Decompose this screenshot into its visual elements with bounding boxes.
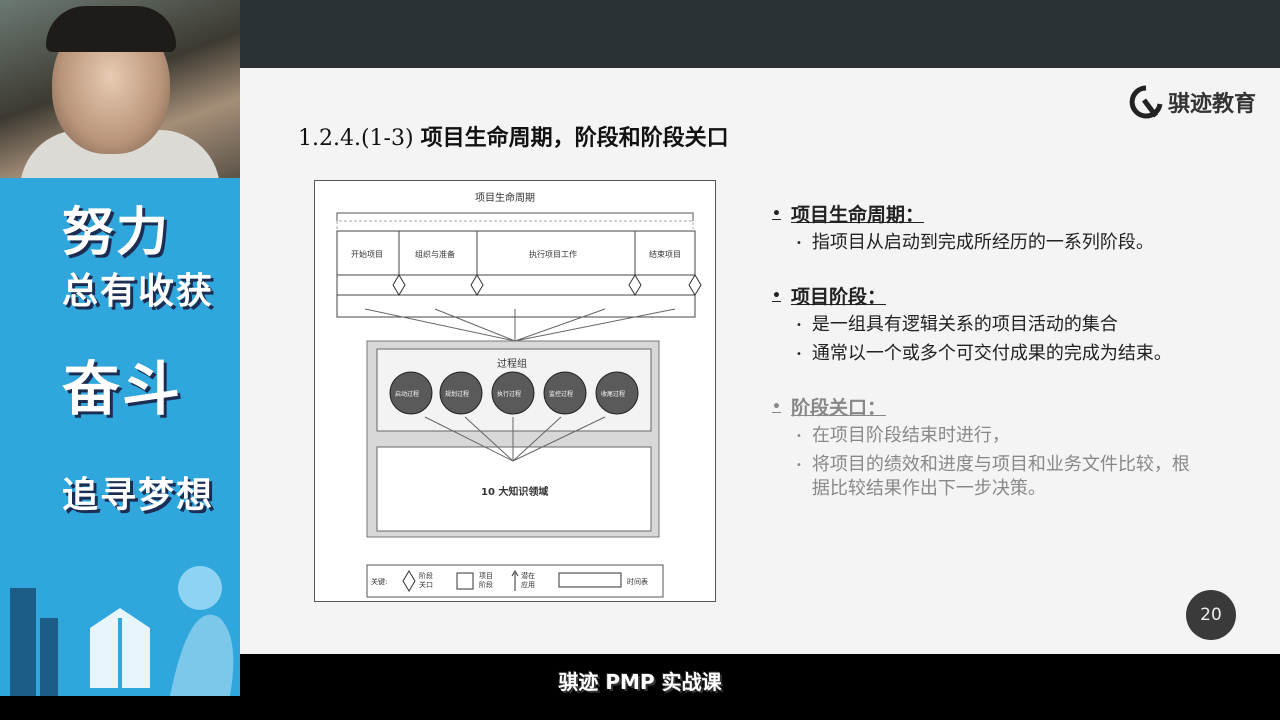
knowledge-areas-label: 10 大知识领域 bbox=[481, 487, 549, 498]
banner-line-2: 总有收获 bbox=[62, 271, 215, 312]
process-group-label: 过程组 bbox=[497, 359, 527, 370]
sub-bullet-icon: • bbox=[796, 460, 802, 471]
page-number-badge: 20 bbox=[1186, 590, 1236, 640]
slide-title-text: 项目生命周期，阶段和阶段关口 bbox=[420, 126, 729, 151]
sub-bullet-icon: • bbox=[796, 431, 802, 442]
bullet-item: 指项目从启动到完成所经历的一系列阶段。 bbox=[811, 232, 1154, 253]
process-5: 收尾过程 bbox=[601, 391, 626, 398]
slide-title: 1.2.4.(1-3) 项目生命周期，阶段和阶段关口 bbox=[298, 120, 729, 152]
phase-label-3: 执行项目工作 bbox=[529, 250, 577, 259]
process-1: 启动过程 bbox=[395, 391, 420, 398]
promo-banner: 努力 总有收获 奋斗 追寻梦想 bbox=[0, 178, 240, 696]
banner-line-1: 努力 bbox=[62, 203, 171, 263]
slide: 1.2.4.(1-3) 项目生命周期，阶段和阶段关口 骐迹教育 项目生命周期 开… bbox=[240, 68, 1280, 654]
sub-bullet-icon: • bbox=[796, 349, 802, 360]
legend-phase: 项目阶段 bbox=[479, 572, 493, 589]
bullet-item: 在项目阶段结束时进行， bbox=[811, 425, 1010, 446]
legend-gate: 阶段关口 bbox=[419, 572, 433, 589]
process-2: 规划过程 bbox=[445, 391, 470, 398]
legend-timeline: 时间表 bbox=[627, 578, 648, 586]
section-heading: 项目阶段： bbox=[790, 286, 886, 308]
sub-bullet-icon: • bbox=[796, 320, 802, 331]
video-caption: 骐迹 PMP 实战课 bbox=[558, 670, 722, 694]
bullet-item: 将项目的绩效和进度与项目和业务文件比较，根据比较结果作出下一步决策。 bbox=[811, 454, 1190, 499]
bullet-dot-icon: • bbox=[772, 205, 781, 222]
legend-key: 关键: bbox=[371, 578, 388, 586]
bullet-section-gate: • 阶段关口： • 在项目阶段结束时进行， • 将项目的绩效和进度与项目和业务文件比较… bbox=[772, 393, 1242, 501]
logo-icon bbox=[1129, 85, 1163, 119]
lifecycle-diagram: 项目生命周期 开始项目 组织与准备 执行项目工作 结束项目 过程组 启动过程 规… bbox=[314, 180, 716, 602]
phase-label-1: 开始项目 bbox=[351, 250, 383, 259]
bullet-item: 是一组具有逻辑关系的项目活动的集合 bbox=[811, 314, 1118, 335]
webcam-video bbox=[0, 0, 240, 178]
bullet-dot-icon: • bbox=[772, 287, 781, 304]
top-bar bbox=[240, 0, 1280, 68]
banner-line-4: 追寻梦想 bbox=[62, 475, 215, 516]
bullet-dot-icon: • bbox=[772, 398, 781, 415]
banner-line-3: 奋斗 bbox=[62, 355, 183, 423]
sub-bullet-icon: • bbox=[796, 238, 802, 249]
process-4: 监控过程 bbox=[549, 391, 574, 398]
section-heading: 项目生命周期： bbox=[790, 204, 924, 226]
bullet-list: • 项目生命周期： • 指项目从启动到完成所经历的一系列阶段。 • 项目阶段： • 是一… bbox=[772, 200, 1242, 519]
bullet-section-lifecycle: • 项目生命周期： • 指项目从启动到完成所经历的一系列阶段。 bbox=[772, 200, 1242, 256]
phase-label-4: 结束项目 bbox=[649, 250, 681, 259]
presenter-hair bbox=[46, 6, 176, 52]
phase-label-2: 组织与准备 bbox=[415, 250, 455, 259]
bullet-item: 通常以一个或多个可交付成果的完成为结束。 bbox=[811, 343, 1172, 364]
brand-logo: 骐迹教育 bbox=[1126, 82, 1276, 122]
logo-text: 骐迹教育 bbox=[1168, 92, 1257, 117]
bullet-section-phase: • 项目阶段： • 是一组具有逻辑关系的项目活动的集合 • 通常以一个或多个可交付成果… bbox=[772, 282, 1242, 367]
section-heading: 阶段关口： bbox=[790, 397, 886, 419]
slide-title-number: 1.2.4.(1-3) bbox=[298, 126, 414, 151]
process-3: 执行过程 bbox=[497, 391, 522, 398]
legend-potential: 潜在应用 bbox=[521, 572, 535, 589]
